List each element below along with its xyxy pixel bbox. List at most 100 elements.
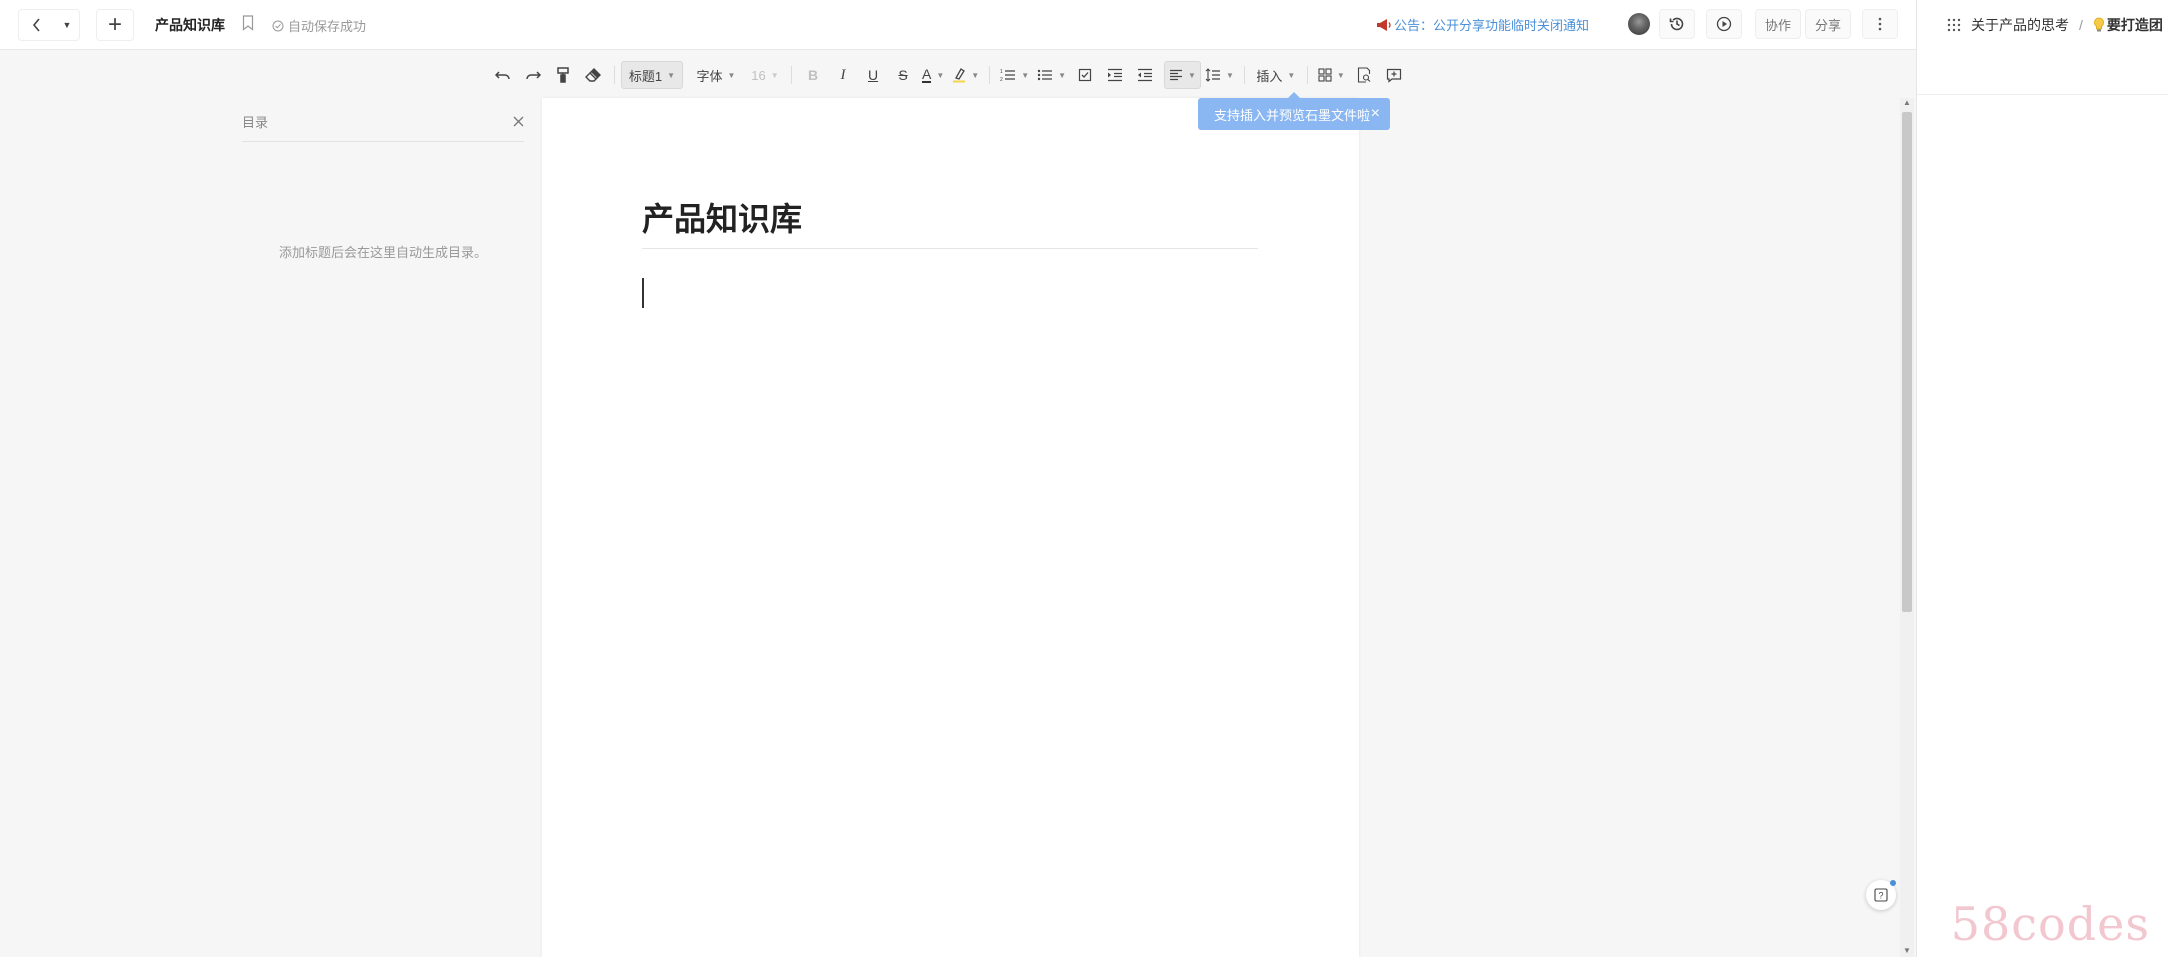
- breadcrumb: 关于产品的思考 / 要打造团: [1917, 0, 2168, 50]
- comment-button[interactable]: [1379, 61, 1409, 89]
- font-color-icon: A: [922, 66, 932, 83]
- format-painter-button[interactable]: [548, 61, 578, 89]
- avatar[interactable]: [1628, 13, 1650, 35]
- bullet-list-icon: [1037, 69, 1053, 81]
- document-title[interactable]: 产品知识库: [642, 194, 802, 240]
- svg-text:1: 1: [1000, 69, 1003, 75]
- font-color-button[interactable]: A ▼: [918, 61, 948, 89]
- plus-icon: +: [107, 11, 122, 38]
- caret-down-icon: ▼: [1058, 70, 1067, 80]
- bold-button[interactable]: B: [798, 61, 828, 89]
- font-size-value: 16: [751, 67, 766, 83]
- checkbox-icon: [1078, 68, 1092, 82]
- scrollbar-thumb[interactable]: [1902, 112, 1912, 612]
- chevron-left-icon: [32, 18, 40, 32]
- italic-button[interactable]: I: [828, 61, 858, 89]
- caret-down-icon: ▼: [727, 70, 736, 80]
- announcement-text: 公告：公开分享功能临时关闭通知: [1394, 18, 1590, 33]
- align-button[interactable]: ▼: [1164, 61, 1201, 89]
- help-button[interactable]: ?: [1866, 880, 1896, 910]
- title-divider: [642, 248, 1258, 249]
- paint-brush-icon: [557, 67, 569, 83]
- table-grid-icon: [1318, 68, 1332, 82]
- line-height-button[interactable]: ▼: [1201, 61, 1238, 89]
- highlighter-icon: [953, 68, 966, 83]
- bullet-list-button[interactable]: ▼: [1033, 61, 1070, 89]
- undo-button[interactable]: [488, 61, 518, 89]
- underline-icon: U: [867, 67, 879, 83]
- toc-header: 目录: [242, 112, 524, 142]
- insert-menu-button[interactable]: 插入 ▼: [1251, 61, 1301, 89]
- breadcrumb-parent[interactable]: 关于产品的思考: [1971, 15, 2069, 35]
- svg-text:2: 2: [1000, 77, 1003, 82]
- collab-button[interactable]: 协作: [1755, 9, 1801, 39]
- check-circle-icon: [272, 20, 284, 31]
- caret-down-icon: ▼: [1188, 70, 1196, 80]
- scroll-down-icon[interactable]: ▼: [1903, 946, 1911, 955]
- toolbar-divider: [791, 66, 792, 84]
- doc-title[interactable]: 产品知识库: [155, 15, 225, 35]
- watermark: 58codes: [1950, 897, 2150, 951]
- clear-format-button[interactable]: [578, 61, 608, 89]
- close-icon[interactable]: ×: [1371, 105, 1380, 123]
- indent-decrease-button[interactable]: [1130, 61, 1160, 89]
- heading-style-select[interactable]: 标题1 ▼: [621, 61, 683, 89]
- more-button[interactable]: [1862, 9, 1898, 39]
- document-page[interactable]: 产品知识库: [542, 98, 1359, 957]
- caret-down-icon: ▼: [1021, 70, 1030, 80]
- breadcrumb-current-text: 要打造团: [2106, 17, 2163, 33]
- find-replace-button[interactable]: [1349, 61, 1379, 89]
- line-height-icon: [1205, 68, 1220, 82]
- task-list-button[interactable]: [1070, 61, 1100, 89]
- nav-group: ▼: [18, 9, 80, 41]
- underline-button[interactable]: U: [858, 61, 888, 89]
- notification-dot: [1890, 880, 1896, 886]
- grid-apps-icon[interactable]: [1947, 18, 1961, 32]
- bookmark-icon[interactable]: [242, 15, 254, 31]
- caret-down-icon: ▼: [62, 20, 72, 30]
- help-icon: ?: [1874, 888, 1888, 902]
- scroll-up-icon[interactable]: ▲: [1903, 98, 1911, 107]
- breadcrumb-separator: /: [2079, 17, 2083, 33]
- doc-search-icon: [1357, 67, 1371, 83]
- text-cursor: [642, 278, 644, 308]
- italic-icon: I: [840, 66, 846, 83]
- toolbar-divider: [614, 66, 615, 84]
- toolbar-divider: [1306, 66, 1308, 84]
- toc-panel: 目录 添加标题后会在这里自动生成目录。: [242, 112, 524, 261]
- back-button[interactable]: [19, 10, 55, 40]
- strikethrough-icon: S: [898, 67, 908, 83]
- table-button[interactable]: ▼: [1314, 61, 1349, 89]
- history-button[interactable]: [1659, 9, 1695, 39]
- lightbulb-icon: [2093, 17, 2104, 32]
- top-bar: ▼ + 产品知识库 自动保存成功 公告：公开分享功能临时关闭通知 协作 分享: [0, 0, 1916, 50]
- redo-icon: [526, 71, 541, 80]
- history-dropdown-button[interactable]: ▼: [55, 10, 79, 40]
- share-button[interactable]: 分享: [1805, 9, 1851, 39]
- indent-increase-button[interactable]: [1100, 61, 1130, 89]
- strikethrough-button[interactable]: S: [888, 61, 918, 89]
- megaphone-icon: [1377, 18, 1391, 31]
- caret-down-icon: ▼: [1225, 70, 1234, 80]
- close-icon[interactable]: [513, 116, 524, 127]
- right-panel-subheader: [1917, 50, 2168, 95]
- caret-down-icon: ▼: [770, 70, 779, 80]
- breadcrumb-current[interactable]: 要打造团: [2093, 15, 2163, 35]
- scrollbar[interactable]: ▲ ▼: [1900, 98, 1914, 957]
- more-vertical-icon: [1878, 17, 1882, 31]
- announcement-link[interactable]: 公告：公开分享功能临时关闭通知: [1376, 15, 1589, 34]
- font-family-select[interactable]: 字体 ▼: [687, 61, 745, 89]
- save-status-text: 自动保存成功: [288, 19, 367, 34]
- toc-title: 目录: [242, 115, 269, 130]
- ordered-list-button[interactable]: 1 2 ▼: [996, 61, 1033, 89]
- history-icon: [1669, 17, 1684, 31]
- highlight-button[interactable]: ▼: [948, 61, 983, 89]
- redo-button[interactable]: [518, 61, 548, 89]
- caret-down-icon: ▼: [936, 70, 945, 80]
- save-status: 自动保存成功: [272, 16, 366, 35]
- align-left-icon: [1170, 69, 1183, 81]
- bold-icon: B: [807, 67, 819, 83]
- font-size-select[interactable]: 16 ▼: [745, 61, 785, 89]
- new-doc-button[interactable]: +: [96, 9, 134, 41]
- present-button[interactable]: [1706, 9, 1742, 39]
